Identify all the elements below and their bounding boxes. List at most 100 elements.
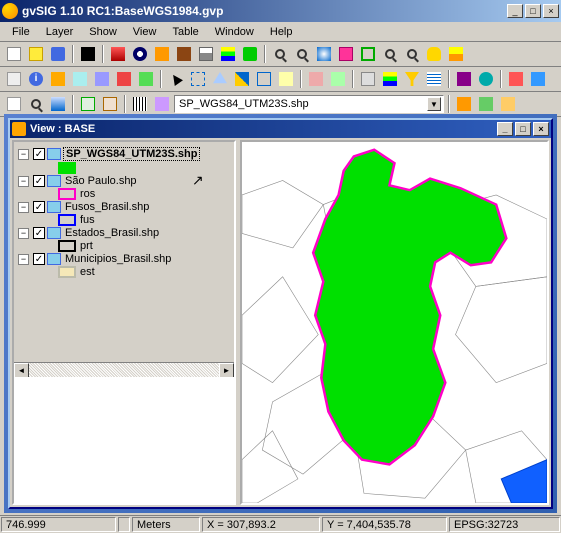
zoom-full-button[interactable] [314, 44, 334, 64]
view-titlebar[interactable]: View : BASE _ □ × [10, 120, 551, 138]
open-project-button[interactable] [26, 44, 46, 64]
tbtn[interactable] [476, 69, 496, 89]
globe-icon [317, 47, 331, 61]
view-maximize-button[interactable]: □ [515, 122, 531, 136]
show-console-button[interactable] [78, 44, 98, 64]
zoom-out-button[interactable] [292, 44, 312, 64]
menu-window[interactable]: Window [207, 24, 262, 40]
active-layer-input[interactable] [177, 97, 427, 111]
maximize-button[interactable]: □ [525, 4, 541, 18]
new-project-button[interactable] [4, 44, 24, 64]
select-pointer-button[interactable] [166, 69, 186, 89]
print-button[interactable] [196, 44, 216, 64]
layer-visibility-checkbox[interactable]: ✓ [33, 227, 45, 239]
menu-layer[interactable]: Layer [38, 24, 82, 40]
tree-collapse-button[interactable]: − [18, 149, 29, 160]
view-close-button[interactable]: × [533, 122, 549, 136]
zoom-in-button[interactable] [270, 44, 290, 64]
minimize-button[interactable]: _ [507, 4, 523, 18]
toc-hscrollbar[interactable]: ◄ ► [14, 362, 234, 377]
active-layer-combo[interactable]: ▼ [174, 95, 444, 113]
zoom-selection-button[interactable] [358, 44, 378, 64]
layer-name-label[interactable]: SP_WGS84_UTM23S.shp [63, 147, 200, 161]
layer-row[interactable]: −✓ Municipios_Brasil.shp [18, 252, 230, 266]
tbtn[interactable] [92, 69, 112, 89]
layer-name-label[interactable]: São Paulo.shp [63, 175, 139, 187]
zoom-prev-button[interactable] [380, 44, 400, 64]
pan-button[interactable] [424, 44, 444, 64]
tbtn[interactable] [130, 44, 150, 64]
layer-row[interactable]: −✓ São Paulo.shp [18, 174, 230, 188]
measure-dist-button[interactable] [48, 69, 68, 89]
tbtn[interactable] [498, 94, 518, 114]
tbtn[interactable] [276, 69, 296, 89]
layer-visibility-checkbox[interactable]: ✓ [33, 148, 45, 160]
tree-collapse-button[interactable]: − [18, 202, 29, 213]
view-minimize-button[interactable]: _ [497, 122, 513, 136]
status-y: Y = 7,404,535.78 [322, 517, 447, 532]
tbtn[interactable] [240, 44, 260, 64]
close-button[interactable]: × [543, 4, 559, 18]
layer-name-label[interactable]: Fusos_Brasil.shp [63, 201, 151, 213]
locator-button[interactable] [26, 94, 46, 114]
tbtn[interactable] [108, 44, 128, 64]
scroll-track[interactable] [29, 363, 219, 377]
save-project-button[interactable] [48, 44, 68, 64]
tbtn[interactable] [454, 94, 474, 114]
tree-collapse-button[interactable]: − [18, 228, 29, 239]
tbtn[interactable] [476, 94, 496, 114]
layer-row[interactable]: −✓ Estados_Brasil.shp [18, 226, 230, 240]
layer-visibility-checkbox[interactable]: ✓ [33, 253, 45, 265]
combo-dropdown-button[interactable]: ▼ [427, 97, 441, 111]
select-rect-button[interactable] [188, 69, 208, 89]
layer-visibility-checkbox[interactable]: ✓ [33, 175, 45, 187]
map-canvas[interactable] [240, 140, 549, 505]
tbtn[interactable] [4, 69, 24, 89]
menu-help[interactable]: Help [262, 24, 301, 40]
tbtn[interactable] [306, 69, 326, 89]
table-button[interactable] [424, 69, 444, 89]
layer-tree[interactable]: −✓SP_WGS84_UTM23S.shp↖−✓São Paulo.shpros… [14, 142, 234, 362]
layer-row[interactable]: −✓ SP_WGS84_UTM23S.shp [18, 146, 230, 162]
menu-view[interactable]: View [125, 24, 165, 40]
tbtn[interactable] [328, 69, 348, 89]
statusbar: 746.999 Meters X = 307,893.2 Y = 7,404,5… [0, 515, 561, 533]
tbtn[interactable] [130, 94, 150, 114]
tbtn[interactable] [380, 69, 400, 89]
menu-table[interactable]: Table [164, 24, 206, 40]
tbtn[interactable] [528, 69, 548, 89]
tbtn[interactable] [174, 44, 194, 64]
layer-name-label[interactable]: Municipios_Brasil.shp [63, 253, 173, 265]
layer-visibility-checkbox[interactable]: ✓ [33, 201, 45, 213]
tbtn[interactable] [4, 94, 24, 114]
menu-file[interactable]: File [4, 24, 38, 40]
add-layer-button[interactable] [446, 44, 466, 64]
tbtn[interactable] [152, 94, 172, 114]
tbtn[interactable] [78, 94, 98, 114]
filter-button[interactable] [402, 69, 422, 89]
info-button[interactable]: i [26, 69, 46, 89]
select-clear-button[interactable] [254, 69, 274, 89]
tbtn[interactable] [100, 94, 120, 114]
measure-area-button[interactable] [70, 69, 90, 89]
tbtn[interactable] [48, 94, 68, 114]
zoom-next-button[interactable] [402, 44, 422, 64]
tree-collapse-button[interactable]: − [18, 254, 29, 265]
tbtn[interactable] [136, 69, 156, 89]
scroll-right-button[interactable]: ► [219, 363, 234, 378]
menu-show[interactable]: Show [81, 24, 125, 40]
tbtn[interactable] [114, 69, 134, 89]
layer-row[interactable]: −✓ Fusos_Brasil.shp [18, 200, 230, 214]
scroll-left-button[interactable]: ◄ [14, 363, 29, 378]
tbtn[interactable] [336, 44, 356, 64]
select-invert-button[interactable] [232, 69, 252, 89]
tbtn[interactable] [218, 44, 238, 64]
tbtn[interactable] [454, 69, 474, 89]
tbtn[interactable] [506, 69, 526, 89]
layer-name-label[interactable]: Estados_Brasil.shp [63, 227, 161, 239]
tbtn[interactable] [358, 69, 378, 89]
tree-collapse-button[interactable]: − [18, 176, 29, 187]
tbtn[interactable] [152, 44, 172, 64]
select-poly-button[interactable] [210, 69, 230, 89]
table-icon [427, 72, 441, 86]
